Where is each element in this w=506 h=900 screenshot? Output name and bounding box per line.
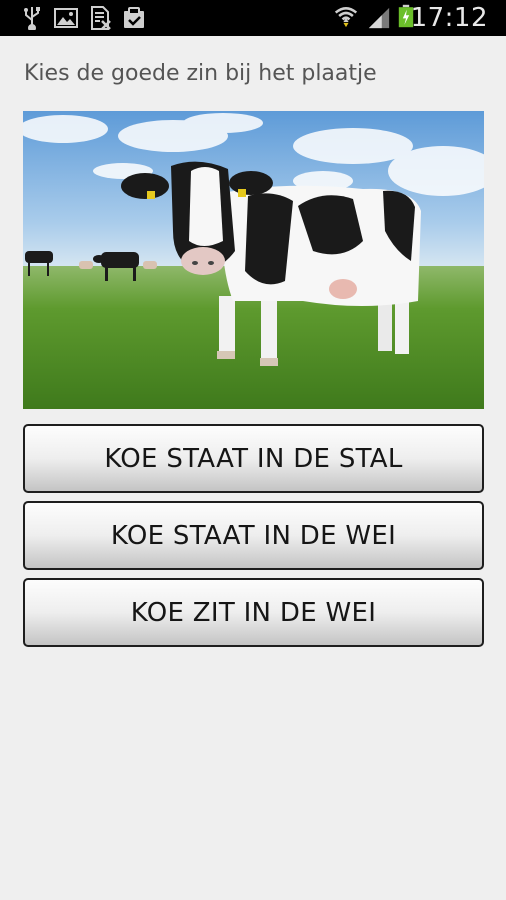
image-icon: [54, 8, 78, 28]
answer-button-3[interactable]: KOE ZIT IN DE WEI: [23, 578, 484, 647]
document-x-icon: [91, 6, 111, 30]
signal-icon: [368, 7, 390, 29]
cow-in-meadow-photo: [23, 111, 484, 409]
usb-icon: [24, 7, 40, 30]
answer-button-2[interactable]: KOE STAAT IN DE WEI: [23, 501, 484, 570]
quiz-prompt: Kies de goede zin bij het plaatje: [24, 61, 377, 86]
clock: 17:12: [410, 3, 488, 33]
wifi-icon: [334, 7, 358, 28]
clipboard-check-icon: [124, 7, 144, 28]
status-bar: 17:12: [0, 0, 506, 36]
answer-button-1[interactable]: KOE STAAT IN DE STAL: [23, 424, 484, 493]
